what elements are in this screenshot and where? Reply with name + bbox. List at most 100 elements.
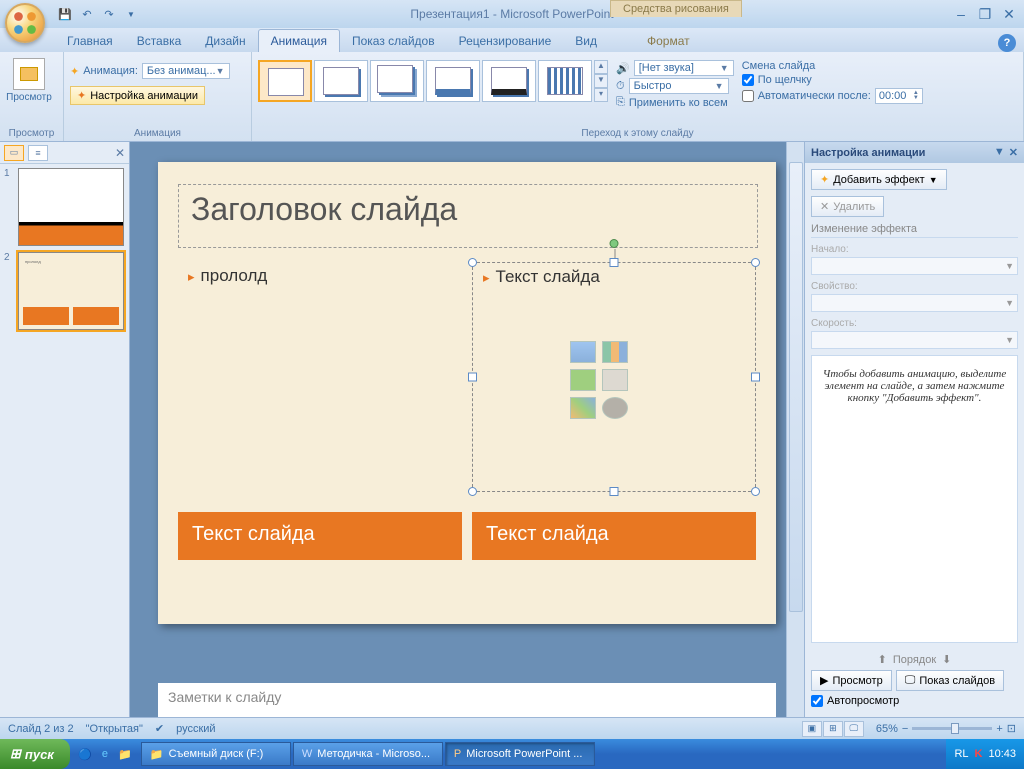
close-button[interactable]: ✕ xyxy=(999,6,1019,23)
content-right-selected[interactable]: ▸Текст слайда xyxy=(472,262,756,492)
transition-item[interactable] xyxy=(314,60,368,102)
tab-animation[interactable]: Анимация xyxy=(258,29,340,52)
taskpane-dropdown-icon[interactable]: ▼ xyxy=(994,146,1005,159)
start-combo[interactable]: ▼ xyxy=(811,257,1018,275)
chart-icon[interactable] xyxy=(602,341,628,363)
resize-handle[interactable] xyxy=(751,373,760,382)
help-button[interactable]: ? xyxy=(998,34,1016,52)
auto-time-spinner[interactable]: 00:00▲▼ xyxy=(875,88,923,104)
slide-thumb-1[interactable] xyxy=(18,168,124,246)
speed-combo[interactable]: Быстро▼ xyxy=(629,78,729,94)
add-effect-button[interactable]: ✦Добавить эффект ▼ xyxy=(811,169,947,190)
office-button[interactable] xyxy=(5,3,45,43)
rotate-handle[interactable] xyxy=(610,239,619,248)
resize-handle[interactable] xyxy=(468,487,477,496)
media-icon[interactable] xyxy=(602,397,628,419)
speed-combo[interactable]: ▼ xyxy=(811,331,1018,349)
maximize-button[interactable]: ❐ xyxy=(975,6,995,23)
taskpane-close-icon[interactable]: ✕ xyxy=(1009,146,1018,159)
gallery-down-icon[interactable]: ▼ xyxy=(594,74,608,88)
transition-item[interactable] xyxy=(370,60,424,102)
transition-none[interactable] xyxy=(258,60,312,102)
gallery-up-icon[interactable]: ▲ xyxy=(594,60,608,74)
auto-after-checkbox[interactable]: Автоматически после: 00:00▲▼ xyxy=(742,88,923,104)
word-icon: W xyxy=(302,748,312,760)
tray-kaspersky-icon[interactable]: K xyxy=(975,748,983,760)
tab-insert[interactable]: Вставка xyxy=(125,30,194,52)
content-left[interactable]: ▸прололд xyxy=(178,262,462,492)
text-box-2[interactable]: Текст слайда xyxy=(472,512,756,560)
panel-close-icon[interactable]: ✕ xyxy=(115,146,125,160)
clipart-icon[interactable] xyxy=(570,397,596,419)
normal-view-button[interactable]: ▣ xyxy=(802,721,822,737)
transition-item[interactable] xyxy=(538,60,592,102)
vertical-scrollbar[interactable] xyxy=(786,142,804,717)
animation-combo[interactable]: Без анимац...▼ xyxy=(142,63,230,79)
hint-text: Чтобы добавить анимацию, выделите элемен… xyxy=(811,355,1018,643)
fit-button[interactable]: ⊡ xyxy=(1007,722,1016,735)
outline-tab[interactable]: ≡ xyxy=(28,145,48,161)
sorter-view-button[interactable]: ⊞ xyxy=(823,721,843,737)
resize-handle[interactable] xyxy=(751,487,760,496)
slide-canvas[interactable]: Заголовок слайда ▸прололд ▸Текст слайда xyxy=(158,162,776,624)
custom-animation-button[interactable]: ✦ Настройка анимации xyxy=(70,86,205,105)
language[interactable]: русский xyxy=(176,723,215,735)
resize-handle[interactable] xyxy=(468,373,477,382)
gear-star-icon: ✦ xyxy=(77,89,86,102)
tab-format[interactable]: Формат xyxy=(635,30,702,52)
transition-item[interactable] xyxy=(426,60,480,102)
apply-all-button[interactable]: ⎘Применить ко всем xyxy=(616,96,734,109)
zoom-out-button[interactable]: − xyxy=(902,723,908,735)
picture-icon[interactable] xyxy=(602,369,628,391)
notes-pane[interactable]: Заметки к слайду xyxy=(158,679,776,717)
qat-dropdown-icon[interactable]: ▼ xyxy=(121,4,141,24)
tab-review[interactable]: Рецензирование xyxy=(447,30,564,52)
transition-item[interactable] xyxy=(482,60,536,102)
zoom-in-button[interactable]: + xyxy=(996,723,1002,735)
placeholder-icons xyxy=(570,341,658,419)
ql-explorer-icon[interactable]: 📁 xyxy=(116,745,134,763)
tab-design[interactable]: Дизайн xyxy=(193,30,257,52)
save-icon[interactable]: 💾 xyxy=(55,4,75,24)
slideshow-button[interactable]: 🖵Показ слайдов xyxy=(896,670,1004,691)
ql-ie-icon[interactable]: e xyxy=(96,745,114,763)
redo-icon[interactable]: ↷ xyxy=(99,4,119,24)
tab-view[interactable]: Вид xyxy=(563,30,609,52)
taskbar-task[interactable]: WМетодичка - Microso... xyxy=(293,742,443,766)
property-combo[interactable]: ▼ xyxy=(811,294,1018,312)
preview-button[interactable]: Просмотр xyxy=(6,54,52,103)
table-icon[interactable] xyxy=(570,341,596,363)
resize-handle[interactable] xyxy=(610,258,619,267)
minimize-button[interactable]: – xyxy=(951,6,971,23)
resize-handle[interactable] xyxy=(468,258,477,267)
tray-clock[interactable]: 10:43 xyxy=(988,748,1016,760)
taskbar-task[interactable]: 📁Съемный диск (F:) xyxy=(141,742,291,766)
spell-icon[interactable]: ✔ xyxy=(155,722,164,735)
resize-handle[interactable] xyxy=(610,487,619,496)
text-box-1[interactable]: Текст слайда xyxy=(178,512,462,560)
reorder-down-icon[interactable]: ⬇ xyxy=(942,653,951,666)
start-button[interactable]: ⊞пуск xyxy=(0,739,70,769)
title-placeholder[interactable]: Заголовок слайда xyxy=(178,184,758,248)
sound-combo[interactable]: [Нет звука]▼ xyxy=(634,60,734,76)
slide-thumb-2[interactable]: прололд xyxy=(18,252,124,330)
autopreview-checkbox[interactable]: Автопросмотр xyxy=(811,695,1018,707)
remove-effect-button[interactable]: ✕Удалить xyxy=(811,196,884,217)
tab-home[interactable]: Главная xyxy=(55,30,125,52)
undo-icon[interactable]: ↶ xyxy=(77,4,97,24)
zoom-label[interactable]: 65% xyxy=(876,723,898,735)
resize-handle[interactable] xyxy=(751,258,760,267)
smartart-icon[interactable] xyxy=(570,369,596,391)
tray-lang[interactable]: RL xyxy=(954,748,968,760)
zoom-slider[interactable] xyxy=(912,727,992,730)
play-button[interactable]: ▶Просмотр xyxy=(811,670,892,691)
slideshow-view-button[interactable]: 🖵 xyxy=(844,721,864,737)
on-click-checkbox[interactable]: По щелчку xyxy=(742,74,923,86)
gallery-more-icon[interactable]: ▾ xyxy=(594,88,608,102)
slide-editor: Заголовок слайда ▸прололд ▸Текст слайда xyxy=(130,142,804,717)
taskbar-task-active[interactable]: PMicrosoft PowerPoint ... xyxy=(445,742,595,766)
reorder-up-icon[interactable]: ⬆ xyxy=(878,653,887,666)
ql-desktop-icon[interactable]: 🔵 xyxy=(76,745,94,763)
slides-tab[interactable]: ▭ xyxy=(4,145,24,161)
tab-slideshow[interactable]: Показ слайдов xyxy=(340,30,447,52)
